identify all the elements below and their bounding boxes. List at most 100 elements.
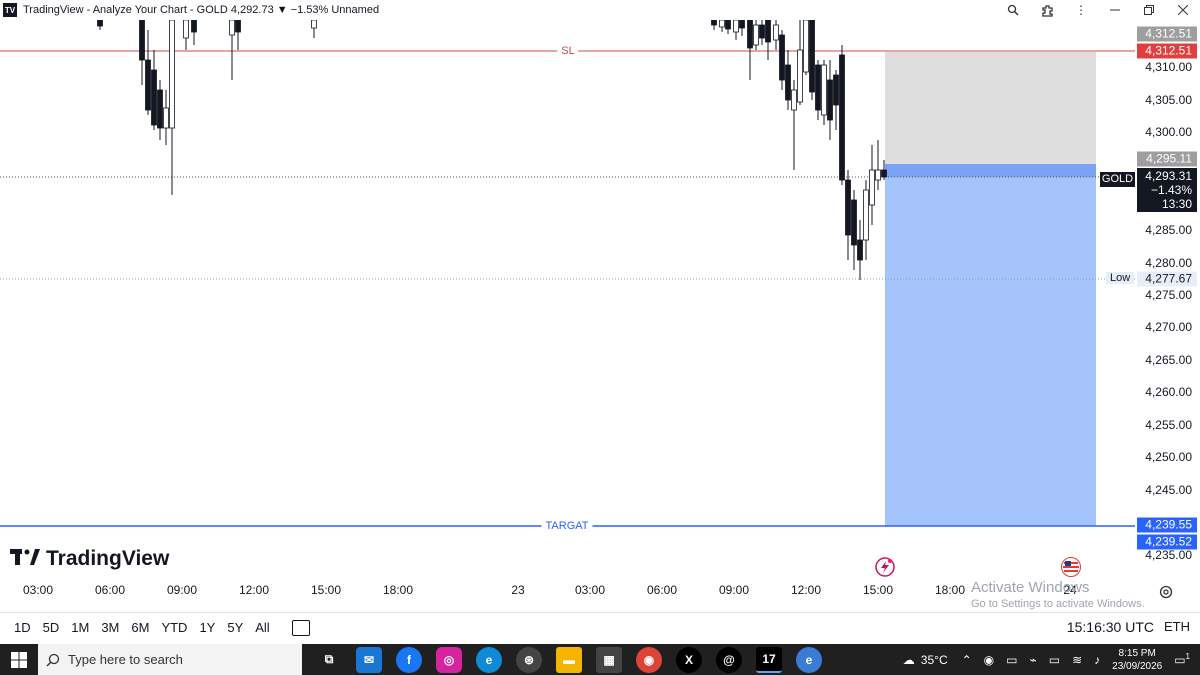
store-icon[interactable]: ▦ — [596, 646, 622, 673]
task-view-icon[interactable]: ⧉ — [316, 646, 342, 673]
target-label[interactable]: TARGAT — [541, 520, 593, 532]
entry-band — [885, 164, 1096, 177]
system-tray: ☁ 35°C ⌃ ◉ ▭ ⌁ ▭ ≋ ♪ 8:15 PM 23/09/2026 … — [903, 644, 1200, 675]
take-profit-zone[interactable] — [885, 164, 1096, 526]
tradingview-logo[interactable]: TradingView — [10, 547, 170, 570]
notification-icon[interactable]: ▭1 — [1174, 652, 1190, 667]
window-title: TradingView - Analyze Your Chart - GOLD … — [23, 4, 380, 16]
battery-icon[interactable]: ▭ — [1049, 653, 1060, 667]
instagram-icon[interactable]: ◎ — [436, 646, 462, 673]
network-icon[interactable]: ⌁ — [1030, 653, 1037, 667]
entry-price-label[interactable]: 4,295.11 — [1137, 151, 1197, 167]
chart-pane[interactable]: SL TARGAT GOLD Low — [0, 20, 1135, 545]
threads-icon[interactable]: @ — [716, 646, 742, 673]
clock-time: 8:15 PM — [1118, 647, 1156, 659]
minimize-button[interactable] — [1098, 0, 1132, 20]
date-range-bar: 1D 5D 1M 3M 6M YTD 1Y 5Y All — [0, 612, 1200, 642]
last-price-badge: 4,293.31 −1.43% 13:30 — [1137, 168, 1197, 212]
mail-icon[interactable]: ✉ — [356, 646, 382, 673]
taskbar-clock[interactable]: 8:15 PM 23/09/2026 — [1112, 647, 1162, 673]
record-icon[interactable]: ◉ — [984, 653, 994, 667]
candle-body — [881, 169, 887, 178]
candle-body — [183, 20, 189, 39]
time-tick: 03:00 — [22, 583, 54, 597]
utc-clock[interactable]: 15:16:30 UTC — [1067, 619, 1154, 635]
tradingview-taskbar-icon[interactable]: 17 — [756, 646, 782, 673]
more-icon[interactable]: ⋮ — [1064, 0, 1098, 20]
candle-body — [845, 179, 851, 236]
change-percent: −1.43% — [1150, 183, 1192, 197]
candle-body — [747, 20, 753, 49]
lightning-event-icon[interactable] — [875, 557, 895, 577]
candle-body — [773, 24, 779, 41]
candle-body — [157, 89, 163, 129]
range-5y-button[interactable]: 5Y — [227, 620, 243, 635]
extension-icon[interactable] — [1030, 0, 1064, 20]
price-axis[interactable]: 4,310.00 4,305.00 4,300.00 4,285.00 4,28… — [1135, 20, 1200, 562]
sl-price-label-top: 4,312.51 — [1137, 26, 1197, 42]
maximize-button[interactable] — [1132, 0, 1166, 20]
edge-beta-icon[interactable]: e — [796, 646, 822, 673]
us-flag-event-icon[interactable] — [1061, 557, 1081, 577]
target-price-label[interactable]: 4,239.52 — [1137, 534, 1197, 550]
watermark-subtitle: Go to Settings to activate Windows. — [971, 598, 1145, 610]
chrome-icon[interactable]: ◉ — [636, 646, 662, 673]
range-1d-button[interactable]: 1D — [14, 620, 31, 635]
edge-icon[interactable]: e — [476, 646, 502, 673]
chatgpt-icon[interactable]: ⊛ — [516, 646, 542, 673]
target-price-label-top[interactable]: 4,239.55 — [1137, 517, 1197, 533]
x-icon[interactable]: X — [676, 646, 702, 673]
price-tick: 4,300.00 — [1145, 125, 1192, 139]
range-3m-button[interactable]: 3M — [101, 620, 119, 635]
candle-body — [875, 169, 881, 181]
wifi-icon[interactable]: ≋ — [1072, 653, 1082, 667]
title-bar: TV TradingView - Analyze Your Chart - GO… — [0, 0, 1200, 20]
time-tick: 12:00 — [238, 583, 270, 597]
bar-countdown: 13:30 — [1161, 197, 1192, 211]
sl-price-label[interactable]: 4,312.51 — [1137, 43, 1197, 59]
stop-loss-zone[interactable] — [885, 52, 1096, 164]
tradingview-window: TV TradingView - Analyze Your Chart - GO… — [0, 0, 1200, 675]
candle-body — [145, 59, 151, 111]
symbol-label: GOLD — [1100, 172, 1135, 187]
weather-temp[interactable]: 35°C — [921, 653, 948, 667]
tradingview-app-icon: TV — [3, 3, 17, 17]
candle-body — [827, 79, 833, 121]
device-icon[interactable]: ▭ — [1006, 653, 1017, 667]
last-price: 4,293.31 — [1145, 169, 1192, 183]
candle-body — [803, 20, 809, 73]
close-button[interactable] — [1166, 0, 1200, 20]
logo-text: TradingView — [46, 547, 170, 570]
sl-label[interactable]: SL — [557, 45, 579, 57]
goto-date-calendar-icon[interactable] — [291, 619, 310, 636]
chart-canvas[interactable] — [0, 20, 1135, 545]
chevron-up-icon[interactable]: ⌃ — [962, 653, 972, 667]
range-5d-button[interactable]: 5D — [43, 620, 60, 635]
time-axis[interactable]: 03:00 06:00 09:00 12:00 15:00 18:00 23 0… — [0, 583, 1135, 603]
range-1y-button[interactable]: 1Y — [199, 620, 215, 635]
file-explorer-icon[interactable]: ▬ — [556, 646, 582, 673]
weather-icon[interactable]: ☁ — [903, 653, 915, 667]
candle-body — [821, 64, 827, 116]
price-tick: 4,260.00 — [1145, 385, 1192, 399]
range-6m-button[interactable]: 6M — [131, 620, 149, 635]
session-toggle[interactable]: ETH — [1164, 619, 1190, 634]
watermark-title: Activate Windows — [971, 579, 1090, 596]
candle-body — [97, 20, 103, 27]
search-icon — [46, 653, 60, 667]
taskbar-search-box[interactable]: Type here to search — [38, 644, 302, 675]
candle-body — [791, 89, 797, 111]
windows-start-icon[interactable] — [0, 644, 38, 675]
volume-icon[interactable]: ♪ — [1094, 653, 1100, 667]
zoom-icon[interactable] — [996, 0, 1030, 20]
range-ytd-button[interactable]: YTD — [161, 620, 187, 635]
gear-icon[interactable] — [1159, 585, 1173, 602]
time-tick: 15:00 — [310, 583, 342, 597]
time-tick: 09:00 — [718, 583, 750, 597]
facebook-icon[interactable]: f — [396, 646, 422, 673]
price-tick: 4,265.00 — [1145, 353, 1192, 367]
range-all-button[interactable]: All — [255, 620, 269, 635]
time-tick: 06:00 — [94, 583, 126, 597]
range-1m-button[interactable]: 1M — [71, 620, 89, 635]
window-controls: ⋮ — [996, 0, 1200, 20]
